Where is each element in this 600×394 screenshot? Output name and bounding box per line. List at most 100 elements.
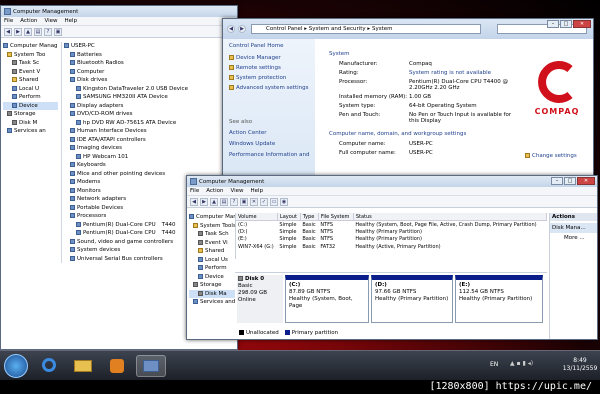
system-protection-link[interactable]: System protection	[229, 75, 315, 81]
tree-item[interactable]: Services and	[189, 298, 235, 307]
tree-item[interactable]: Event V	[3, 68, 58, 77]
tree-item[interactable]: Shared	[3, 76, 58, 85]
disk-icon[interactable]: ◉	[280, 197, 288, 206]
forward-icon[interactable]: ▶	[200, 197, 208, 206]
tree-item[interactable]: Task Sc	[3, 59, 58, 68]
tree-item[interactable]: Device	[189, 273, 235, 282]
column-header[interactable]: Status	[353, 213, 547, 221]
partition-block[interactable]: (E:) 112.54 GB NTFS Healthy (Primary Parti…	[455, 275, 543, 323]
folder-icon[interactable]: ▭	[270, 197, 278, 206]
tree-item[interactable]: Local Us	[189, 256, 235, 265]
remote-settings-link[interactable]: Remote settings	[229, 65, 315, 71]
title-bar[interactable]: Computer Management – □ ✕	[187, 176, 597, 187]
device-tree-item[interactable]: Bluetooth Radios	[64, 59, 237, 68]
tree-item[interactable]: Shared	[189, 247, 235, 256]
menu-file[interactable]: File	[4, 18, 13, 24]
device-manager-link[interactable]: Device Manager	[229, 55, 315, 61]
device-tree-item[interactable]: Batteries	[64, 51, 237, 60]
device-tree-item[interactable]: Keyboards	[64, 161, 237, 170]
explorer-icon[interactable]	[68, 355, 98, 377]
partition-block[interactable]: (C:) 87.89 GB NTFS Healthy (System, Boot, …	[285, 275, 369, 323]
maximize-icon[interactable]: □	[564, 177, 576, 185]
column-header[interactable]: Volume	[236, 213, 278, 221]
table-row[interactable]: (C:) Simple Basic NTFS Healthy (System, Boot…	[236, 221, 547, 229]
up-icon[interactable]: ▲	[24, 27, 32, 36]
internet-explorer-icon[interactable]	[34, 355, 64, 377]
device-tree-item[interactable]: DVD/CD-ROM drives	[64, 110, 237, 119]
tray-icons[interactable]: ▲ ▪ ▮ ◂)	[510, 360, 560, 370]
tree-item[interactable]: Storage	[3, 110, 58, 119]
change-settings-link[interactable]: Change settings	[525, 153, 577, 159]
device-tree-item[interactable]: SAMSUNG HM320II ATA Device	[64, 93, 237, 102]
device-tree-item[interactable]: Computer	[64, 68, 237, 77]
action-center-link[interactable]: Action Center	[229, 130, 315, 136]
tree-item[interactable]: System Too	[3, 51, 58, 60]
device-tree-item[interactable]: Imaging devices	[64, 144, 237, 153]
table-row[interactable]: WIN7-X64 (G:) Simple Basic FAT32 Healthy (Ac…	[236, 243, 547, 251]
help-icon[interactable]: ?	[230, 197, 238, 206]
pc-node[interactable]: USER-PC	[64, 42, 237, 51]
breadcrumb-control-panel[interactable]: Control Panel	[266, 26, 302, 32]
column-header[interactable]: File System	[318, 213, 354, 221]
menu-file[interactable]: File	[190, 188, 199, 194]
tree-item-selected[interactable]: Device	[3, 101, 58, 110]
show-hide-icon[interactable]: ▣	[240, 197, 248, 206]
properties-icon[interactable]: ▤	[34, 27, 42, 36]
minimize-icon[interactable]: –	[547, 20, 559, 28]
device-tree-item[interactable]: Display adapters	[64, 102, 237, 111]
table-row[interactable]: (D:) Simple Basic NTFS Healthy (Primary Part…	[236, 228, 547, 236]
tree-item[interactable]: Perform	[189, 264, 235, 273]
device-tree-item[interactable]: Human Interface Devices	[64, 127, 237, 136]
up-icon[interactable]: ▲	[210, 197, 218, 206]
column-header[interactable]: Type	[300, 213, 319, 221]
menu-help[interactable]: Help	[65, 18, 78, 24]
back-icon[interactable]: ◀	[4, 27, 12, 36]
device-tree-item[interactable]: IDE ATA/ATAPI controllers	[64, 136, 237, 145]
table-row[interactable]: (E:) Simple Basic NTFS Healthy (Primary Part…	[236, 236, 547, 244]
close-icon[interactable]: ✕	[573, 20, 591, 28]
clock[interactable]: 8:49 13/11/2559	[562, 357, 598, 373]
start-button[interactable]	[4, 354, 28, 378]
back-icon[interactable]: ◀	[227, 25, 235, 33]
device-tree-item[interactable]: Disk drives	[64, 76, 237, 85]
menu-action[interactable]: Action	[206, 188, 223, 194]
tree-item[interactable]: Disk M	[3, 119, 58, 128]
delete-icon[interactable]: ✕	[250, 197, 258, 206]
tree-item[interactable]: Perform	[3, 93, 58, 102]
title-bar[interactable]: Computer Management	[1, 6, 237, 17]
disk-0-info[interactable]: Disk 0 Basic 298.09 GB Online	[237, 275, 283, 323]
tree-item[interactable]: Computer Manag	[3, 42, 58, 51]
breadcrumb[interactable]: Control Panel ▸ System and Security ▸ Sy…	[251, 24, 481, 34]
breadcrumb-system[interactable]: System	[372, 26, 393, 32]
tree-item[interactable]: Local U	[3, 85, 58, 94]
computer-management-taskbar-icon[interactable]	[136, 355, 166, 377]
tree-item[interactable]: Services an	[3, 127, 58, 136]
windows-update-link[interactable]: Windows Update	[229, 141, 315, 147]
tree-item[interactable]: Computer Manager	[189, 213, 249, 222]
maximize-icon[interactable]: □	[560, 20, 572, 28]
action-disk-management[interactable]: Disk Mana...	[550, 223, 597, 233]
check-icon[interactable]: ✓	[260, 197, 268, 206]
performance-link[interactable]: Performance Information and	[229, 152, 315, 158]
rating-link[interactable]: System rating is not available	[409, 70, 519, 76]
tree-item[interactable]: System Tools	[189, 222, 236, 231]
minimize-icon[interactable]: –	[551, 177, 563, 185]
close-icon[interactable]: ✕	[577, 177, 595, 185]
properties-icon[interactable]: ▤	[220, 197, 228, 206]
control-panel-home-link[interactable]: Control Panel Home	[229, 43, 315, 49]
action-more[interactable]: More ...	[550, 233, 597, 241]
device-tree-item[interactable]: HP Webcam 101	[64, 153, 237, 162]
menu-action[interactable]: Action	[20, 18, 37, 24]
breadcrumb-security[interactable]: System and Security	[309, 26, 366, 32]
device-tree-item[interactable]: Kingston DataTraveler 2.0 USB Device	[64, 85, 237, 94]
partition-block[interactable]: (D:) 97.66 GB NTFS Healthy (Primary Partit…	[371, 275, 453, 323]
help-icon[interactable]: ?	[44, 27, 52, 36]
menu-help[interactable]: Help	[251, 188, 264, 194]
back-icon[interactable]: ◀	[190, 197, 198, 206]
menu-view[interactable]: View	[44, 18, 57, 24]
language-indicator[interactable]: EN	[490, 361, 498, 368]
tree-item[interactable]: Task Sch	[189, 230, 235, 239]
tree-item-selected[interactable]: Disk Ma	[189, 289, 235, 298]
forward-icon[interactable]: ▶	[238, 25, 246, 33]
forward-icon[interactable]: ▶	[14, 27, 22, 36]
